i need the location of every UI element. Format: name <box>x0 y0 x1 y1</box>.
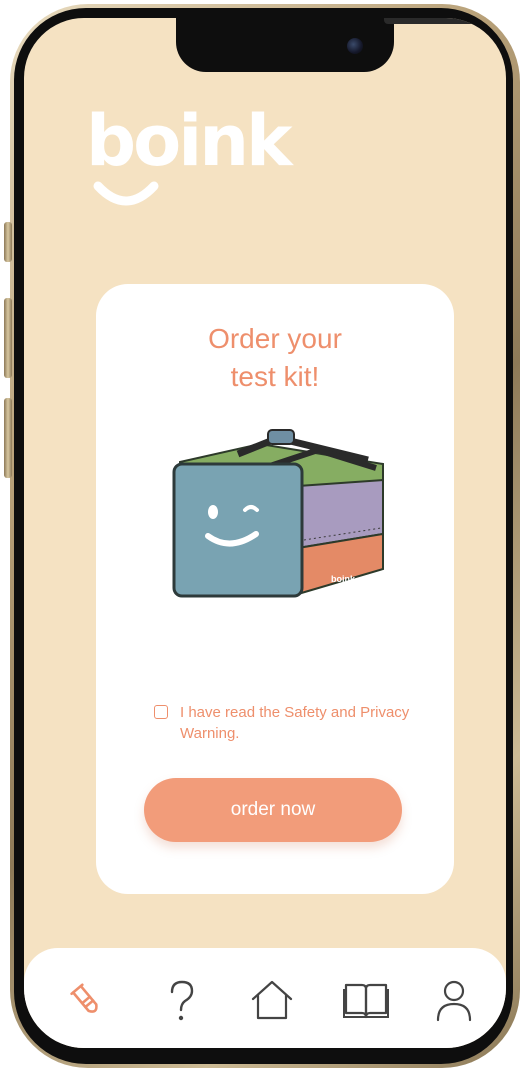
nav-item-profile[interactable] <box>428 974 480 1026</box>
side-button-mute <box>4 222 12 262</box>
order-now-button[interactable]: order now <box>144 778 402 842</box>
nav-item-home[interactable] <box>246 974 298 1026</box>
person-icon <box>436 980 472 1022</box>
consent-row: I have read the Safety and Privacy Warni… <box>154 702 414 744</box>
card-title-line-2: test kit! <box>230 361 320 392</box>
card-title: Order your test kit! <box>96 320 454 396</box>
question-mark-icon <box>170 980 194 1021</box>
nav-item-library[interactable] <box>340 974 392 1026</box>
consent-label: I have read the Safety and Privacy Warni… <box>180 704 410 742</box>
home-icon <box>251 980 293 1020</box>
side-button-volume-down <box>4 398 12 478</box>
nav-item-test-kit[interactable] <box>60 974 112 1026</box>
brand-logo: boink <box>86 106 293 216</box>
speaker-grille <box>384 18 494 24</box>
consent-checkbox[interactable] <box>154 705 168 719</box>
nav-item-help[interactable] <box>156 974 208 1026</box>
side-button-volume-up <box>4 298 12 378</box>
order-card: Order your test kit! boink I have read t… <box>96 284 454 894</box>
card-title-line-1: Order your <box>208 323 342 354</box>
book-icon <box>343 983 389 1019</box>
app-screen: boink Order your test kit! boink I have … <box>24 18 506 1048</box>
bottom-navigation <box>24 948 506 1048</box>
test-tube-icon <box>70 983 98 1013</box>
kit-bag-label: boink <box>331 574 355 584</box>
front-camera <box>347 38 363 54</box>
smile-icon <box>93 181 159 206</box>
phone-notch <box>176 18 494 72</box>
